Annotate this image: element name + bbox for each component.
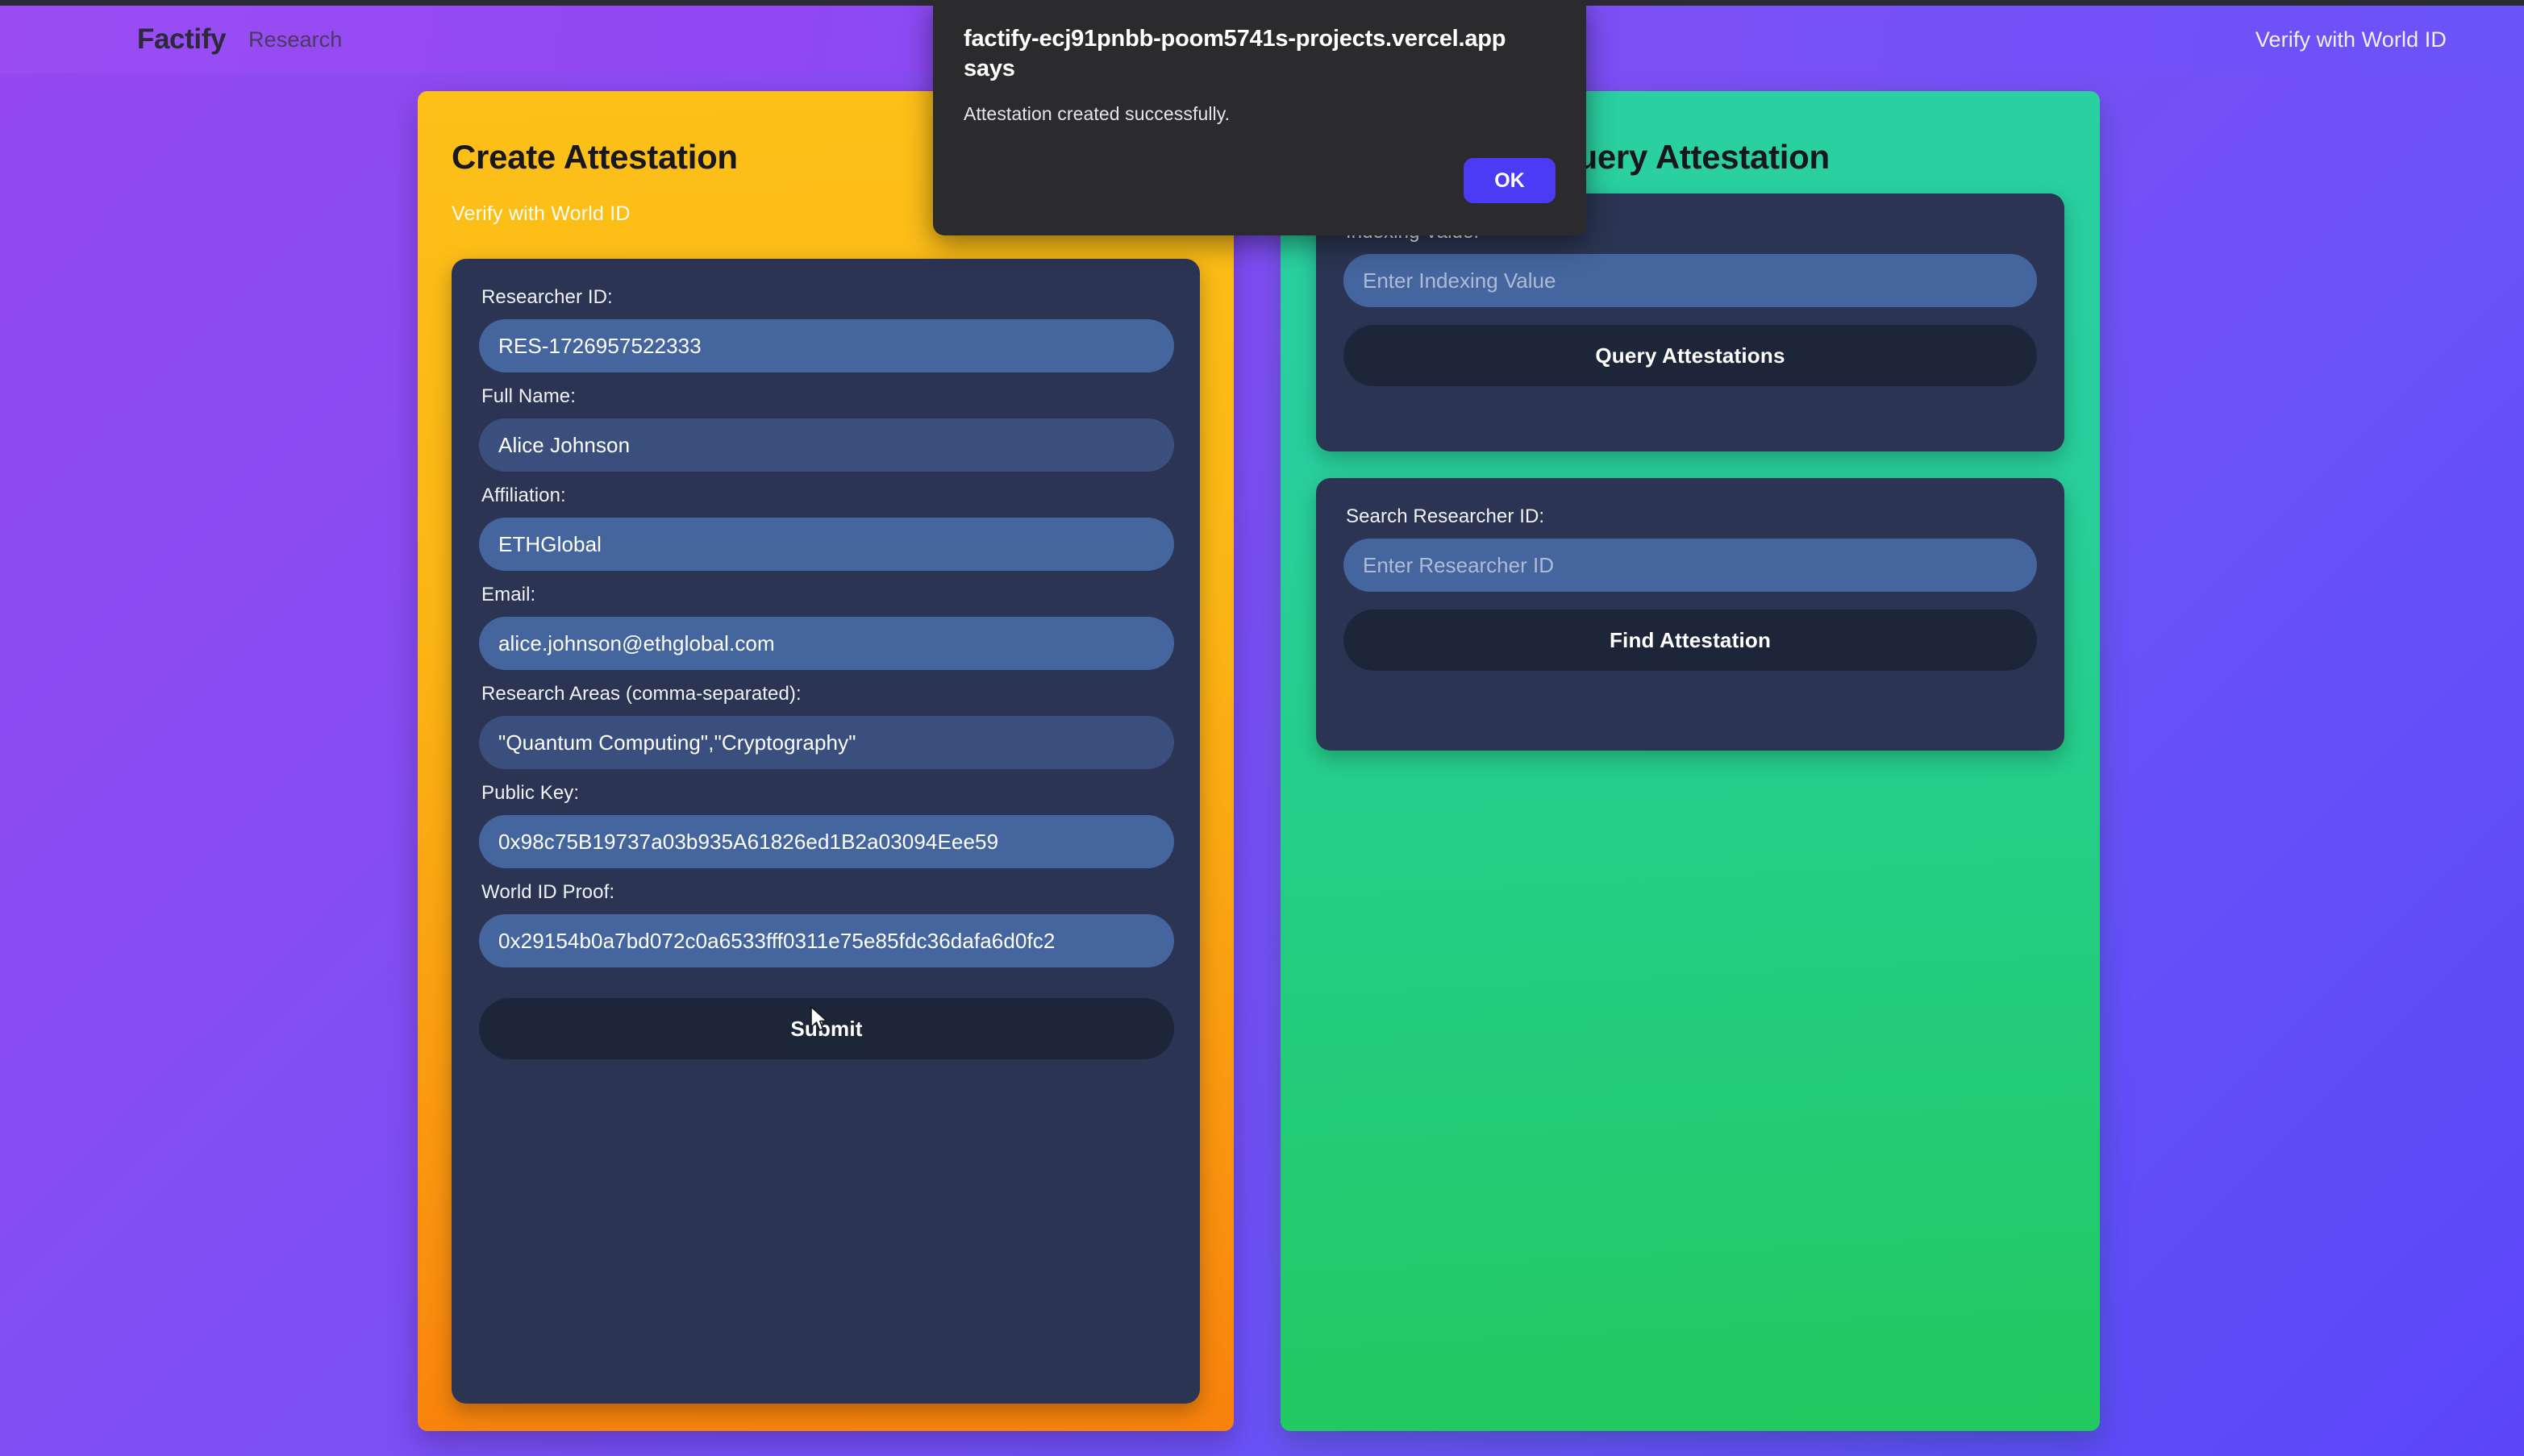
input-world-id-proof[interactable]: 0x29154b0a7bd072c0a6533fff0311e75e85fdc3… — [479, 914, 1174, 967]
field-world-id-proof: World ID Proof: 0x29154b0a7bd072c0a6533f… — [479, 881, 1174, 967]
field-research-areas: Research Areas (comma-separated): "Quant… — [479, 683, 1174, 769]
find-attestation-card: Search Researcher ID: Find Attestation — [1316, 478, 2064, 751]
field-full-name: Full Name: Alice Johnson — [479, 385, 1174, 472]
input-research-areas[interactable]: "Quantum Computing","Cryptography" — [479, 716, 1174, 769]
create-attestation-panel: Create Attestation Verify with World ID … — [418, 91, 1234, 1431]
attestation-form-card: Researcher ID: RES-1726957522333 Full Na… — [452, 259, 1200, 1404]
field-affiliation: Affiliation: ETHGlobal — [479, 485, 1174, 571]
input-public-key[interactable]: 0x98c75B19737a03b935A61826ed1B2a03094Eee… — [479, 815, 1174, 868]
input-full-name[interactable]: Alice Johnson — [479, 418, 1174, 472]
label-email: Email: — [481, 584, 536, 605]
find-attestation-button[interactable]: Find Attestation — [1343, 609, 2037, 671]
javascript-alert-dialog: factify-ecj91pnbb-poom5741s-projects.ver… — [933, 0, 1586, 235]
panels-row: Create Attestation Verify with World ID … — [418, 91, 2100, 1431]
label-researcher-id: Researcher ID: — [481, 286, 613, 308]
label-world-id-proof: World ID Proof: — [481, 881, 615, 903]
input-affiliation[interactable]: ETHGlobal — [479, 518, 1174, 571]
input-indexing-value[interactable] — [1343, 254, 2037, 307]
label-affiliation: Affiliation: — [481, 485, 566, 506]
label-research-areas: Research Areas (comma-separated): — [481, 683, 802, 705]
field-public-key: Public Key: 0x98c75B19737a03b935A61826ed… — [479, 782, 1174, 868]
brand-logo: Factify — [137, 23, 227, 55]
nav-link-verify-world-id[interactable]: Verify with World ID — [2255, 27, 2476, 52]
field-researcher-id: Researcher ID: RES-1726957522333 — [479, 286, 1174, 372]
dialog-message: Attestation created successfully. — [964, 103, 1231, 125]
dialog-origin-title: factify-ecj91pnbb-poom5741s-projects.ver… — [964, 26, 1506, 82]
submit-button[interactable]: Submit — [479, 998, 1174, 1059]
label-public-key: Public Key: — [481, 782, 580, 804]
query-attestations-button[interactable]: Query Attestations — [1343, 325, 2037, 386]
query-attestation-panel: Query Attestation Indexing Value: Query … — [1281, 91, 2100, 1431]
input-search-researcher-id[interactable] — [1343, 539, 2037, 592]
field-email: Email: alice.johnson@ethglobal.com — [479, 584, 1174, 670]
input-email[interactable]: alice.johnson@ethglobal.com — [479, 617, 1174, 670]
label-full-name: Full Name: — [481, 385, 577, 407]
label-search-researcher-id: Search Researcher ID: — [1346, 505, 1545, 527]
dialog-ok-button[interactable]: OK — [1464, 158, 1556, 203]
input-researcher-id[interactable]: RES-1726957522333 — [479, 319, 1174, 372]
nav-link-research[interactable]: Research — [248, 27, 342, 52]
